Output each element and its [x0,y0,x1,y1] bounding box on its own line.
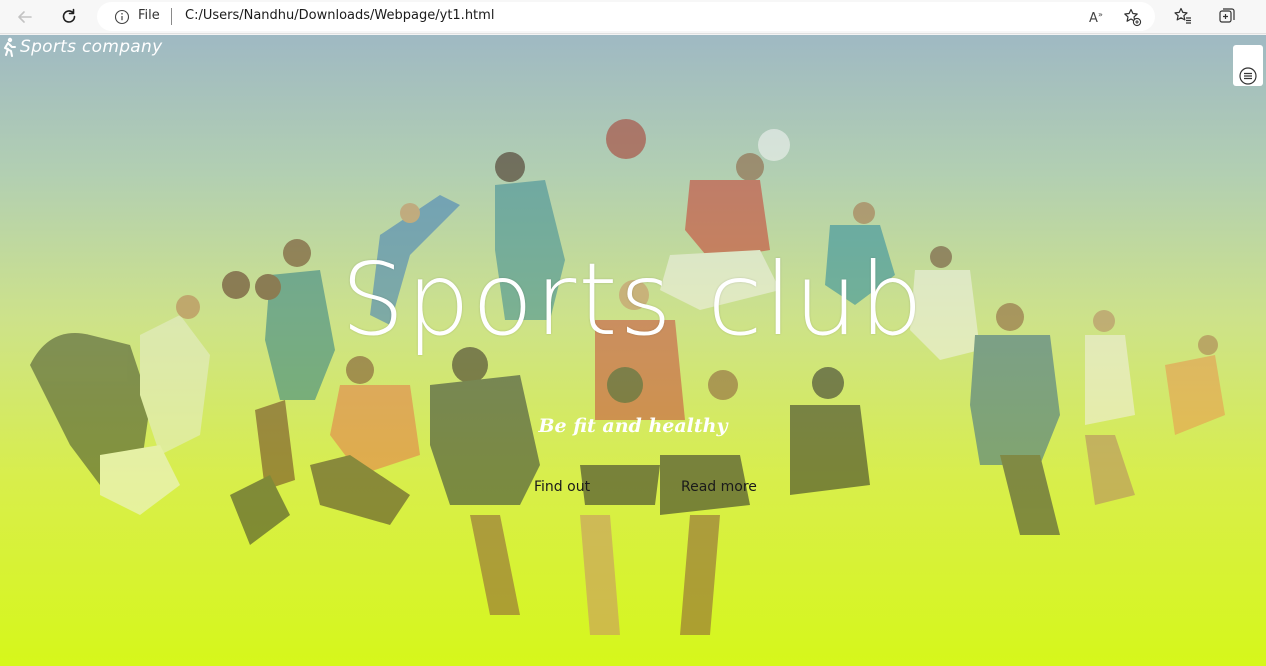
hero-subtitle: Be fit and healthy [538,415,728,437]
back-arrow-icon[interactable] [12,4,38,30]
reload-icon[interactable] [56,4,82,30]
svg-text:A: A [1089,11,1098,26]
address-bar[interactable]: File C:/Users/Nandhu/Downloads/Webpage/y… [97,2,1155,31]
address-separator [171,8,172,25]
browser-toolbar: File C:/Users/Nandhu/Downloads/Webpage/y… [0,0,1266,34]
side-menu-tab[interactable] [1233,45,1263,86]
favorites-icon[interactable] [1172,5,1194,27]
find-out-button[interactable]: Find out [534,479,590,495]
collections-icon[interactable] [1216,5,1238,27]
hero-title: Sports club [341,241,925,358]
read-aloud-icon[interactable]: A» [1087,7,1107,27]
url-text[interactable]: C:/Users/Nandhu/Downloads/Webpage/yt1.ht… [185,8,494,23]
add-favorite-icon[interactable] [1122,7,1142,27]
brand-logo[interactable]: Sports company [0,37,162,57]
svg-text:»: » [1098,10,1103,19]
page-viewport: Sports company Sports club Be fit and he… [0,35,1266,666]
read-more-button[interactable]: Read more [681,479,757,495]
runner-icon [0,37,16,57]
menu-icon[interactable] [1239,67,1257,85]
info-icon[interactable] [114,9,130,25]
brand-name: Sports company [20,37,163,57]
address-prefix: File [138,8,160,23]
